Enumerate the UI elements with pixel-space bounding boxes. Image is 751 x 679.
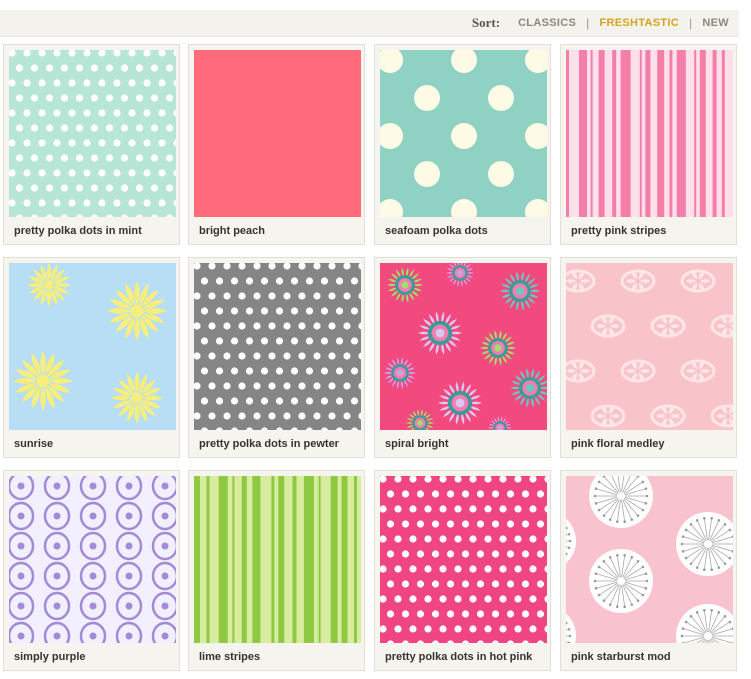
pattern-swatch[interactable] — [380, 50, 547, 217]
sort-option-freshtastic[interactable]: FRESHTASTIC — [600, 17, 679, 29]
pattern-swatch[interactable] — [380, 476, 547, 643]
pattern-swatch[interactable] — [194, 476, 361, 643]
pattern-tile[interactable]: lime stripes — [188, 470, 365, 671]
pattern-tile[interactable]: pink starburst mod — [560, 470, 737, 671]
pattern-name[interactable]: lime stripes — [199, 651, 260, 663]
pattern-swatch-image — [380, 263, 547, 430]
pattern-tile[interactable]: seafoam polka dots — [374, 44, 551, 245]
pattern-name[interactable]: pink floral medley — [571, 438, 665, 450]
pattern-name[interactable]: bright peach — [199, 225, 265, 237]
sort-bar: Sort: CLASSICS | FRESHTASTIC | NEW — [0, 10, 739, 37]
pattern-swatch-image — [194, 263, 361, 430]
pattern-swatch-image — [380, 50, 547, 217]
sort-option-classics[interactable]: CLASSICS — [518, 17, 576, 29]
pattern-swatch[interactable] — [9, 476, 176, 643]
pattern-swatch[interactable] — [194, 50, 361, 217]
sort-separator: | — [586, 16, 590, 30]
pattern-swatch-image — [566, 263, 733, 430]
pattern-name[interactable]: pretty polka dots in pewter — [199, 438, 339, 450]
pattern-swatch[interactable] — [566, 263, 733, 430]
pattern-tile[interactable]: sunrise — [3, 257, 180, 458]
pattern-name[interactable]: pretty pink stripes — [571, 225, 666, 237]
pattern-swatch[interactable] — [194, 263, 361, 430]
sort-option-new[interactable]: NEW — [702, 17, 729, 29]
sort-separator: | — [689, 16, 693, 30]
pattern-swatch[interactable] — [566, 476, 733, 643]
pattern-swatch[interactable] — [566, 50, 733, 217]
pattern-swatch-image — [566, 50, 733, 217]
pattern-swatch[interactable] — [9, 263, 176, 430]
pattern-swatch[interactable] — [380, 263, 547, 430]
pattern-name[interactable]: sunrise — [14, 438, 53, 450]
pattern-swatch-image — [380, 476, 547, 643]
pattern-swatch-image — [9, 263, 176, 430]
pattern-swatch-image — [566, 476, 733, 643]
pattern-swatch-image — [9, 50, 176, 217]
pattern-tile[interactable]: pink floral medley — [560, 257, 737, 458]
pattern-swatch-image — [194, 476, 361, 643]
pattern-tile[interactable]: spiral bright — [374, 257, 551, 458]
pattern-tile[interactable]: pretty polka dots in pewter — [188, 257, 365, 458]
pattern-tile[interactable]: pretty polka dots in hot pink — [374, 470, 551, 671]
pattern-name[interactable]: pink starburst mod — [571, 651, 671, 663]
pattern-tile[interactable]: bright peach — [188, 44, 365, 245]
pattern-name[interactable]: simply purple — [14, 651, 86, 663]
pattern-tile[interactable]: pretty polka dots in mint — [3, 44, 180, 245]
pattern-swatch-image — [9, 476, 176, 643]
pattern-tile[interactable]: simply purple — [3, 470, 180, 671]
sort-label: Sort: — [471, 15, 501, 30]
pattern-name[interactable]: spiral bright — [385, 438, 449, 450]
pattern-name[interactable]: seafoam polka dots — [385, 225, 488, 237]
pattern-swatch-image — [194, 50, 361, 217]
pattern-swatch[interactable] — [9, 50, 176, 217]
pattern-name[interactable]: pretty polka dots in mint — [14, 225, 142, 237]
pattern-name[interactable]: pretty polka dots in hot pink — [385, 651, 532, 663]
pattern-tile[interactable]: pretty pink stripes — [560, 44, 737, 245]
